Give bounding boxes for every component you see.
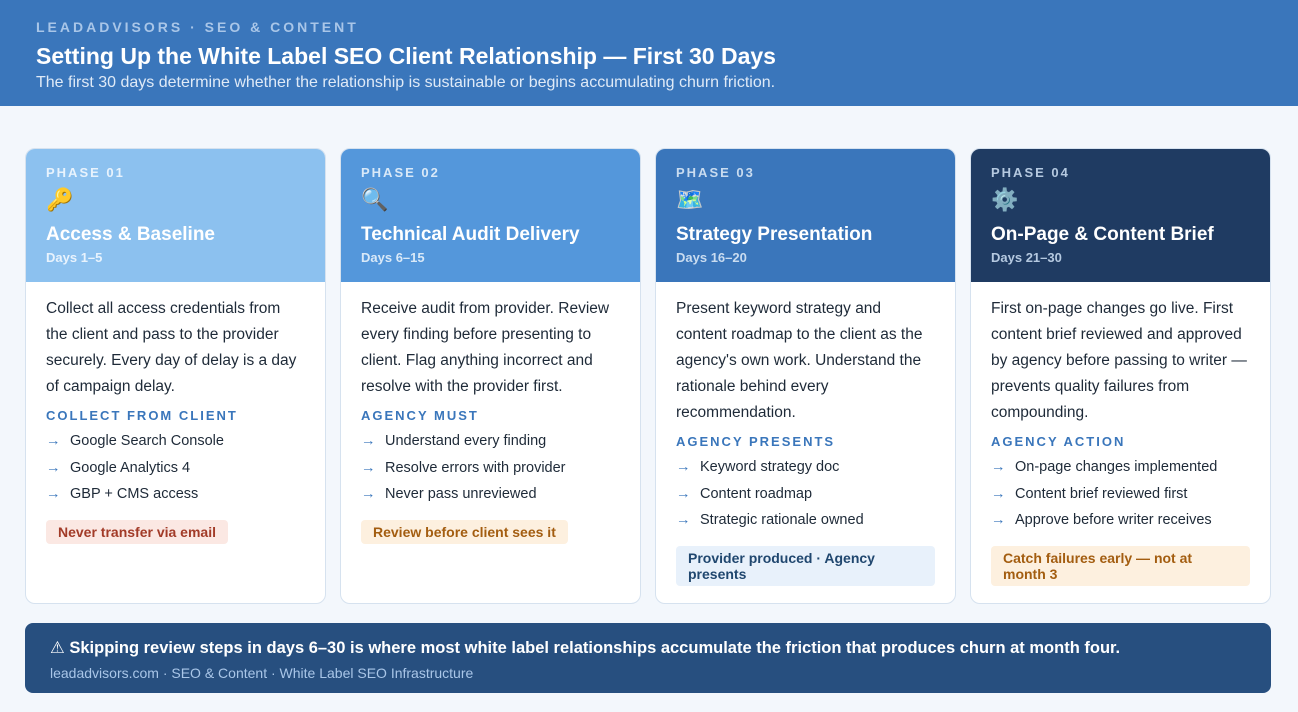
map-icon: 🗺️ <box>676 187 704 212</box>
phase-tag: Catch failures early — not at month 3 <box>991 545 1250 586</box>
phase-description: Collect all access credentials from the … <box>46 300 297 395</box>
phase-label: PHASE 01 <box>46 165 125 180</box>
arrow-right-icon: → <box>46 459 61 476</box>
arrow-right-icon: → <box>361 486 376 502</box>
list-item: → Google Search Console <box>46 428 305 455</box>
phase-card-03: PHASE 03 🗺️ Strategy Presentation Days 1… <box>655 148 956 604</box>
arrow-right-icon: → <box>361 433 376 449</box>
list-item: → Content brief reviewed first <box>991 481 1250 508</box>
phase-card-header: PHASE 02 🔍 Technical Audit Delivery Days… <box>341 149 640 282</box>
phase-label: PHASE 02 <box>361 165 440 180</box>
key-icon: 🔑 <box>46 187 74 212</box>
arrow-right-icon: → <box>46 433 61 449</box>
list-item: → Strategic rationale owned <box>676 507 935 534</box>
list-item: → Keyword strategy doc <box>676 454 935 481</box>
phase-checklist: → Google Search Console → Google Analytics… <box>46 428 305 508</box>
list-item: → GBP + CMS access <box>46 481 305 508</box>
phase-checklist: → Keyword strategy doc → Content roadmap →… <box>676 454 935 534</box>
brand-eyebrow: LEADADVISORS · SEO & CONTENT <box>36 19 359 35</box>
list-item: → Never pass unreviewed <box>361 481 620 508</box>
phase-tag: Provider produced · Agency presents <box>676 545 935 586</box>
phase-card-body: Present keyword strategy and content roa… <box>656 282 955 586</box>
phase-days: Days 6–15 <box>361 250 425 265</box>
phase-days: Days 21–30 <box>991 250 1062 265</box>
list-item: → Understand every finding <box>361 428 620 455</box>
phase-sub-heading: AGENCY PRESENTS <box>676 434 836 449</box>
phase-days: Days 16–20 <box>676 250 747 265</box>
footer-credits: leadadvisors.com · SEO & Content · White… <box>50 665 474 681</box>
arrow-right-icon: → <box>676 459 691 475</box>
arrow-right-icon: → <box>676 512 691 528</box>
phase-title: Technical Audit Delivery <box>361 224 580 245</box>
phase-cards: PHASE 01 🔑 Access & Baseline Days 1–5 Co… <box>25 148 1273 604</box>
arrow-right-icon: → <box>991 512 1006 528</box>
list-item: → On-page changes implemented <box>991 454 1250 481</box>
phase-label: PHASE 03 <box>676 165 755 180</box>
page-header: LEADADVISORS · SEO & CONTENT Setting Up … <box>0 0 1298 106</box>
arrow-right-icon: → <box>991 459 1006 475</box>
phase-label: PHASE 04 <box>991 165 1070 180</box>
phase-tag: Never transfer via email <box>46 519 228 544</box>
phase-title: Strategy Presentation <box>676 224 873 245</box>
magnifier-icon: 🔍 <box>361 187 389 212</box>
phase-description: Present keyword strategy and content roa… <box>676 300 923 421</box>
gear-icon: ⚙️ <box>991 187 1019 212</box>
arrow-right-icon: → <box>361 459 376 476</box>
phase-title: Access & Baseline <box>46 224 215 245</box>
phase-card-02: PHASE 02 🔍 Technical Audit Delivery Days… <box>340 148 641 604</box>
footer-warning: ⚠ Skipping review steps in days 6–30 is … <box>50 639 1121 657</box>
footer-banner: ⚠ Skipping review steps in days 6–30 is … <box>25 623 1271 693</box>
list-item: → Approve before writer receives <box>991 507 1250 534</box>
phase-checklist: → On-page changes implemented → Content br… <box>991 454 1250 534</box>
list-item: → Content roadmap <box>676 481 935 508</box>
page-title: Setting Up the White Label SEO Client Re… <box>36 43 776 69</box>
phase-checklist: → Understand every finding → Resolve error… <box>361 428 620 508</box>
list-item: → Google Analytics 4 <box>46 455 305 482</box>
list-item: → Resolve errors with provider <box>361 455 620 482</box>
arrow-right-icon: → <box>46 486 61 502</box>
phase-card-01: PHASE 01 🔑 Access & Baseline Days 1–5 Co… <box>25 148 326 604</box>
phase-card-04: PHASE 04 ⚙️ On-Page & Content Brief Days… <box>970 148 1271 604</box>
phase-card-header: PHASE 04 ⚙️ On-Page & Content Brief Days… <box>971 149 1270 282</box>
phase-card-body: Collect all access credentials from the … <box>26 282 325 544</box>
phase-title: On-Page & Content Brief <box>991 224 1214 245</box>
phase-card-header: PHASE 03 🗺️ Strategy Presentation Days 1… <box>656 149 955 282</box>
phase-description: Receive audit from provider. Review ever… <box>361 300 610 395</box>
phase-sub-heading: AGENCY MUST <box>361 408 479 423</box>
phase-card-header: PHASE 01 🔑 Access & Baseline Days 1–5 <box>26 149 325 282</box>
phase-sub-heading: COLLECT FROM CLIENT <box>46 408 238 423</box>
phase-days: Days 1–5 <box>46 250 103 265</box>
arrow-right-icon: → <box>991 485 1006 502</box>
phase-tag: Review before client sees it <box>361 519 568 544</box>
phase-sub-heading: AGENCY ACTION <box>991 434 1126 449</box>
phase-card-body: Receive audit from provider. Review ever… <box>341 282 640 544</box>
phase-card-body: First on-page changes go live. First con… <box>971 282 1270 586</box>
phase-description: First on-page changes go live. First con… <box>991 300 1247 421</box>
page-subtitle: The first 30 days determine whether the … <box>36 74 776 91</box>
arrow-right-icon: → <box>676 485 691 502</box>
